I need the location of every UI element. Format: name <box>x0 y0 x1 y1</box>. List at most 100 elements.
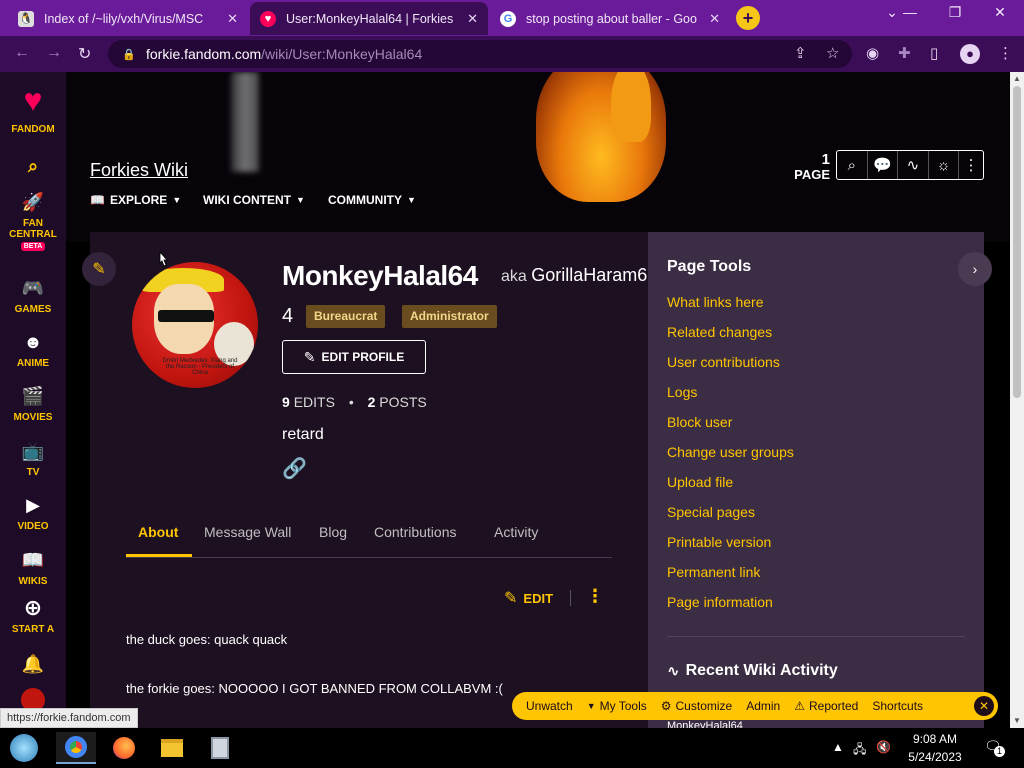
close-icon[interactable]: ✕ <box>974 696 994 716</box>
tab-activity[interactable]: Activity <box>494 524 538 540</box>
extension-avatar-icon[interactable]: ◉ <box>866 44 879 62</box>
lock-icon[interactable]: 🔒 <box>122 48 136 61</box>
tab-blog[interactable]: Blog <box>319 524 347 540</box>
nav-tv[interactable]: 📺 TV <box>0 439 66 478</box>
side-panel-icon[interactable]: ▯ <box>930 44 938 62</box>
profile-stats: 9 EDITS • 2 POSTS <box>282 394 427 410</box>
wiki-title[interactable]: Forkies Wiki <box>90 160 188 181</box>
about-edit-button[interactable]: ✎ EDIT <box>504 588 553 608</box>
extensions-puzzle-icon[interactable]: ✚ <box>898 44 911 62</box>
tab-close-icon[interactable]: ✕ <box>467 11 478 27</box>
restore-button[interactable]: ❐ <box>935 4 975 21</box>
pencil-icon: ✎ <box>92 261 106 278</box>
tab-close-icon[interactable]: ✕ <box>709 11 720 27</box>
tool-change-user-groups[interactable]: Change user groups <box>667 444 794 460</box>
tool-page-information[interactable]: Page information <box>667 594 773 610</box>
discussions-icon[interactable]: 💬 <box>868 151 899 179</box>
taskbar-clock[interactable]: 9:08 AM 5/24/2023 <box>900 730 970 766</box>
fandom-logo[interactable]: ♥ FANDOM <box>0 80 66 135</box>
start-button[interactable] <box>4 732 44 764</box>
nav-anime[interactable]: ☻ ANIME <box>0 330 66 369</box>
edit-pencil-button[interactable]: ✎ <box>82 252 116 286</box>
bookmark-star-icon[interactable]: ☆ <box>826 44 839 62</box>
scroll-up-icon[interactable]: ▲ <box>1013 74 1021 83</box>
search-button[interactable]: ⌕ <box>0 154 66 182</box>
scrollbar-thumb[interactable] <box>1013 86 1021 398</box>
taskbar-explorer[interactable] <box>152 732 192 764</box>
page-count-label: PAGE <box>794 167 830 182</box>
browser-tab-active[interactable]: ♥ User:MonkeyHalal64 | Forkies ✕ <box>250 2 488 35</box>
share-icon[interactable]: ⇪ <box>794 44 807 62</box>
reload-icon[interactable]: ↻ <box>78 44 91 64</box>
toolbar-my-tools[interactable]: ▼ My Tools <box>580 699 654 713</box>
network-icon[interactable]: 🖧 <box>853 740 866 761</box>
tool-block-user[interactable]: Block user <box>667 414 732 430</box>
recent-activity-user[interactable]: MonkeyHalal64 <box>667 720 743 728</box>
tool-printable-version[interactable]: Printable version <box>667 534 771 550</box>
google-icon: G <box>500 10 516 27</box>
profile-avatar[interactable]: Dmitri Medvedev, Xiang and the Racoon - … <box>132 262 258 388</box>
nav-games[interactable]: 🎮 GAMES <box>0 276 66 315</box>
tab-message-wall[interactable]: Message Wall <box>204 524 291 540</box>
about-paragraph: the duck goes: quack quack <box>126 632 288 647</box>
search-icon: ⌕ <box>27 156 39 176</box>
volume-muted-icon[interactable]: 🔇 <box>876 740 891 754</box>
close-window-button[interactable]: ✕ <box>980 4 1020 21</box>
nav-label: COMMUNITY <box>328 193 402 207</box>
nav-start-a-wiki[interactable]: ⊕ START A <box>0 596 66 636</box>
nav-video[interactable]: ▶ VIDEO <box>0 493 66 532</box>
taskbar-firefox[interactable] <box>104 732 144 764</box>
tab-contributions[interactable]: Contributions <box>374 524 457 540</box>
tool-permanent-link[interactable]: Permanent link <box>667 564 760 580</box>
tool-user-contributions[interactable]: User contributions <box>667 354 780 370</box>
new-tab-button[interactable]: + <box>736 6 760 30</box>
nav-fan-central[interactable]: 🚀 FAN CENTRAL BETA <box>0 190 66 251</box>
tool-logs[interactable]: Logs <box>667 384 697 400</box>
tag-count: 4 <box>282 305 294 327</box>
nav-community[interactable]: COMMUNITY ▼ <box>328 193 416 207</box>
nav-wiki-content[interactable]: WIKI CONTENT ▼ <box>203 193 305 207</box>
minimize-button[interactable]: — <box>890 4 930 20</box>
more-options-icon[interactable]: ⋮ <box>586 586 604 607</box>
edit-profile-button[interactable]: ✎ EDIT PROFILE <box>282 340 426 374</box>
chevron-right-icon[interactable]: › <box>958 252 992 286</box>
toolbar-customize[interactable]: ⚙ Customize <box>654 699 739 713</box>
more-options-icon[interactable]: ⋮ <box>959 151 983 179</box>
tab-close-icon[interactable]: ✕ <box>227 11 238 27</box>
address-bar[interactable]: 🔒 forkie.fandom.com/wiki/User:MonkeyHala… <box>108 40 852 68</box>
tab-about[interactable]: About <box>138 524 178 540</box>
activity-icon[interactable]: ∿ <box>898 151 929 179</box>
anime-face-icon: ☻ <box>23 332 43 352</box>
nav-explore[interactable]: 📖 EXPLORE ▼ <box>90 193 181 207</box>
toolbar-reported[interactable]: ⚠ Reported <box>787 699 865 713</box>
tray-chevron-icon[interactable]: ▲ <box>832 740 844 754</box>
fandom-icon: ♥ <box>260 10 276 27</box>
back-icon[interactable]: ← <box>14 44 30 62</box>
page-scrollbar[interactable]: ▲ ▼ <box>1010 72 1024 728</box>
scroll-down-icon[interactable]: ▼ <box>1013 716 1021 725</box>
posts-count: 2 <box>367 394 376 410</box>
taskbar-clipboard[interactable] <box>200 732 240 764</box>
tool-what-links-here[interactable]: What links here <box>667 294 763 310</box>
toolbar-admin[interactable]: Admin <box>739 699 787 713</box>
toolbar-shortcuts[interactable]: Shortcuts <box>865 699 930 713</box>
tool-upload-file[interactable]: Upload file <box>667 474 733 490</box>
forward-icon[interactable]: → <box>46 44 62 62</box>
theme-toggle-icon[interactable]: ☼ <box>929 151 960 179</box>
notifications-button[interactable]: 🔔 <box>0 652 66 680</box>
browser-tab[interactable]: 🐧 Index of /~lily/vxh/Virus/MSC ✕ <box>8 2 248 35</box>
browser-menu-icon[interactable]: ⋮ <box>998 44 1013 62</box>
tool-related-changes[interactable]: Related changes <box>667 324 772 340</box>
firefox-icon <box>113 737 135 759</box>
tool-special-pages[interactable]: Special pages <box>667 504 755 520</box>
nav-movies[interactable]: 🎬 MOVIES <box>0 384 66 423</box>
link-icon[interactable]: 🔗 <box>282 456 307 481</box>
toolbar-unwatch[interactable]: Unwatch <box>512 699 580 713</box>
nav-wikis[interactable]: 📖 WIKIS <box>0 548 66 587</box>
notification-center[interactable]: 🗨 1 <box>984 738 1005 758</box>
pencil-icon: ✎ <box>303 348 316 365</box>
profile-icon[interactable]: ● <box>960 44 980 64</box>
search-icon[interactable]: ⌕ <box>837 151 868 179</box>
taskbar-chrome[interactable] <box>56 732 96 764</box>
browser-tab[interactable]: G stop posting about baller - Goo ✕ <box>490 2 730 35</box>
